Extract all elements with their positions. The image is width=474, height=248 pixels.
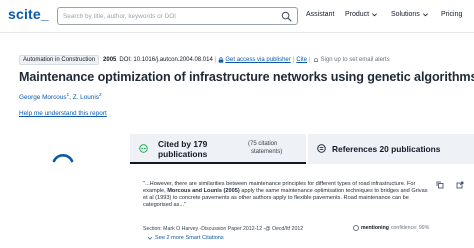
references-label: References 20 publications xyxy=(332,144,441,154)
quote-bubble-icon xyxy=(139,144,148,153)
publication-year: 2005 xyxy=(103,57,117,63)
citation-quote: "...However, there are similarities betw… xyxy=(143,181,433,209)
author-affiliation: 1 xyxy=(66,92,70,97)
tab-references[interactable]: References 20 publications xyxy=(308,134,474,164)
confidence-label: confidence: 99% xyxy=(390,225,430,231)
citation-statements-unit: statements) xyxy=(251,149,283,155)
author-link[interactable]: Z. Lounis2 xyxy=(72,92,102,102)
nav-assistant-label: Assistant xyxy=(306,11,335,18)
doi[interactable]: DOI: 10.1016/j.autcon.2004.08.014 xyxy=(119,57,212,63)
page-title: Maintenance optimization of infrastructu… xyxy=(19,70,474,84)
separator: | xyxy=(214,57,217,63)
see-more-label: See 2 more Smart Citations xyxy=(155,235,224,241)
external-link-icon[interactable] xyxy=(456,181,464,189)
classification-label: mentioning xyxy=(361,225,389,231)
nav-pricing-label: Pricing xyxy=(441,11,463,18)
classification-badge: mentioning confidence: 99% xyxy=(353,225,429,231)
citation-source: Section: Mark O Harvey -Discussion Paper… xyxy=(143,226,304,232)
cited-by-count: Cited by 179 xyxy=(158,139,208,149)
chevron-down-icon xyxy=(372,13,378,17)
author-link[interactable]: George Morcous1 xyxy=(19,92,70,102)
search-icon[interactable] xyxy=(281,11,292,22)
chevron-down-icon xyxy=(147,236,153,240)
search-box[interactable] xyxy=(57,7,298,25)
cited-by-unit: publications xyxy=(158,149,208,159)
see-more-citations-link[interactable]: See 2 more Smart Citations xyxy=(147,235,224,241)
quote-highlight: Morcous and Lounis (2005) xyxy=(167,188,240,194)
citation-statements-count: (75 citation xyxy=(248,141,278,147)
separator: | xyxy=(292,57,295,63)
nav-product[interactable]: Product xyxy=(345,11,378,18)
card-actions xyxy=(436,181,464,189)
search-input[interactable] xyxy=(63,10,273,22)
tab-cited-by[interactable]: Cited by 179 publications (75 citation s… xyxy=(130,134,306,164)
nav-solutions-label: Solutions xyxy=(391,11,420,18)
help-understand-link[interactable]: Help me understand this report xyxy=(19,110,107,117)
journal-tag[interactable]: Automation in Construction xyxy=(19,55,100,65)
chevron-down-icon xyxy=(422,13,428,17)
email-alerts-link[interactable]: Sign up to set email alerts xyxy=(321,57,390,63)
cite-link[interactable]: Cite xyxy=(296,57,307,63)
mentioning-icon xyxy=(353,225,359,231)
paper-meta: Automation in Construction 2005 DOI: 10.… xyxy=(19,55,390,65)
nav-pricing[interactable]: Pricing xyxy=(441,11,462,18)
top-bar: scite_ Assistant Product Solutions Prici… xyxy=(0,0,474,33)
scite-logo[interactable]: scite_ xyxy=(8,6,49,22)
copy-icon[interactable] xyxy=(436,181,444,189)
lock-icon xyxy=(219,57,224,63)
bell-icon xyxy=(313,57,318,62)
nav-solutions[interactable]: Solutions xyxy=(391,11,429,18)
loading-spinner-icon xyxy=(52,154,74,163)
citation-tabs: Cited by 179 publications (75 citation s… xyxy=(130,134,474,164)
author-affiliation: 2 xyxy=(98,92,102,97)
references-icon xyxy=(317,144,326,153)
author-name: George Morcous xyxy=(19,94,67,102)
nav-product-label: Product xyxy=(345,11,370,18)
get-access-link[interactable]: Get access via publisher xyxy=(225,57,290,63)
separator: | xyxy=(308,57,311,63)
author-list: George Morcous1, Z. Lounis2 xyxy=(19,92,102,102)
author-name: Z. Lounis xyxy=(72,94,99,102)
nav-assistant[interactable]: Assistant xyxy=(306,11,334,18)
